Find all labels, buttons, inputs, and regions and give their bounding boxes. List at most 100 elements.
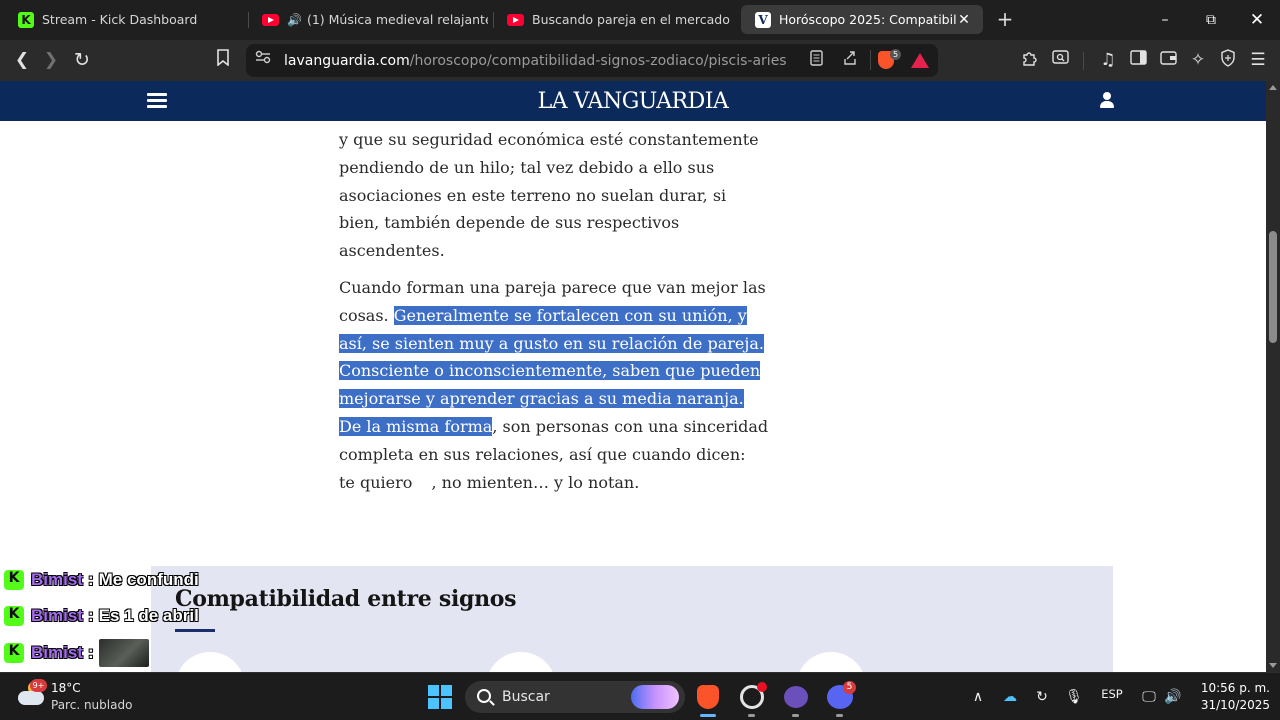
zodiac-sign-button[interactable] [175,652,245,672]
chat-separator: : [87,643,94,662]
address-bar[interactable]: lavanguardia.com/horoscopo/compatibilida… [246,44,938,77]
close-window-button[interactable]: ✕ [1245,8,1269,32]
title-underline [175,629,215,632]
brave-browser-app-icon[interactable] [692,681,724,713]
site-logo[interactable]: LA VANGUARDIA [0,89,1266,114]
la-vanguardia-icon [755,11,771,28]
reload-icon[interactable]: ↻ [71,49,93,71]
kick-icon [4,606,24,626]
article-paragraph: Cuando forman una pareja parece que van … [339,274,769,496]
kick-icon [4,570,24,590]
page-scrollbar[interactable] [1266,81,1280,672]
new-tab-button[interactable]: + [994,8,1016,30]
tab-title: Buscando pareja en el mercado de sc [532,12,733,27]
brave-rewards-icon[interactable] [911,53,929,68]
bookmark-icon[interactable] [212,49,234,71]
scroll-thumb[interactable] [1269,231,1277,343]
chat-emote-image [98,639,149,667]
speaker-icon[interactable]: 🔊 [287,13,302,27]
running-app-indicator [792,714,799,717]
article-body: y que su seguridad económica esté consta… [339,126,769,496]
tab-kick-dashboard[interactable]: Stream - Kick Dashboard [4,5,244,34]
running-app-indicator [748,714,755,717]
running-app-indicator [836,714,843,717]
tab-horoscopo[interactable]: Horóscopo 2025: Compatibilidad ✕ [741,5,983,34]
chat-message: Bimist : Me confundi [4,567,199,593]
chat-text: Es 1 de abril [98,606,199,625]
restore-button[interactable]: ⧉ [1199,8,1223,32]
browser-toolbar: ❮ ❯ ↻ lavanguardia.com/horoscopo/compati… [0,40,1280,81]
extensions-icon[interactable] [1019,49,1041,71]
chat-separator: : [87,570,94,589]
chat-username: Bimist [31,643,83,662]
show-hidden-icons-chevron-up-icon[interactable]: ∧ [970,687,986,707]
menu-icon[interactable]: ☰ [1247,49,1269,71]
quoted-text: te quiero [339,472,413,492]
microphone-icon[interactable]: 🎙 [1064,687,1084,707]
url-host: lavanguardia.com [284,53,410,69]
compatibility-section: Compatibilidad entre signos [151,566,1113,672]
clock-time: 10:56 p. m. [1200,681,1270,695]
tab-title: (1) Música medieval relajante con [306,12,488,27]
search-label: Buscar [502,689,550,705]
tab-buscando-pareja[interactable]: Buscando pareja en el mercado de sc [493,5,733,34]
network-icon[interactable]: 🖵 [1139,687,1159,707]
recording-indicator [757,682,767,692]
zodiac-sign-button[interactable] [796,652,866,672]
media-music-icon[interactable]: ♫ [1097,49,1119,71]
site-settings-icon[interactable] [253,50,273,70]
leo-ai-icon[interactable]: ✧ [1187,49,1209,71]
taskbar-search[interactable]: Buscar [465,681,685,713]
text-span: , no mienten… y lo notan. [431,472,640,492]
weather-condition[interactable]: Parc. nublado [51,698,132,712]
chat-username: Bimist [31,570,83,589]
reader-mode-icon[interactable] [806,50,826,70]
weather-temperature[interactable]: 18°C [51,681,81,695]
site-header: LA VANGUARDIA [0,81,1266,121]
windows-start-icon[interactable] [428,685,452,709]
divider [1083,52,1084,70]
onedrive-cloud-icon[interactable]: ☁ [1000,687,1020,707]
url-text[interactable]: lavanguardia.com/horoscopo/compatibilida… [284,53,787,69]
chat-username: Bimist [31,606,83,625]
windows-taskbar: 9+ 18°C Parc. nublado Buscar ∧ ☁ ↻ 🎙 ESP… [0,672,1280,720]
volume-icon[interactable]: 🔊 [1163,687,1183,707]
kick-icon [18,11,34,28]
chat-separator: : [87,606,94,625]
wallet-icon[interactable] [1157,49,1179,71]
screenshot-search-icon[interactable] [1049,49,1071,71]
tab-musica-medieval[interactable]: 🔊 (1) Música medieval relajante con [248,5,488,34]
back-icon[interactable]: ❮ [11,49,33,71]
weather-badge: 9+ [30,679,47,692]
zodiac-sign-button[interactable] [486,652,556,672]
tab-title: Horóscopo 2025: Compatibilidad [779,12,957,27]
youtube-icon [262,13,279,26]
tab-title: Stream - Kick Dashboard [42,12,198,27]
chat-text: Me confundi [98,570,199,589]
share-icon[interactable] [840,50,860,70]
sync-icon[interactable]: ↻ [1032,687,1052,707]
user-account-icon[interactable] [1100,92,1114,108]
chat-message: Bimist : [4,639,149,667]
discord-notification-badge: 5 [843,681,856,694]
system-clock[interactable]: 10:56 p. m. 31/10/2025 [1190,680,1270,714]
forward-icon[interactable]: ❯ [40,49,62,71]
clock-date: 31/10/2025 [1200,698,1270,712]
tab-strip: Stream - Kick Dashboard 🔊 (1) Música med… [0,0,1280,40]
input-language[interactable]: ESP [1096,687,1128,707]
kick-icon [4,643,24,663]
scroll-down-arrow-icon[interactable] [1269,663,1277,668]
url-path: /horoscopo/compatibilidad-signos-zodiaco… [409,53,787,69]
shields-count-badge: 5 [890,49,901,60]
active-app-indicator [700,714,716,717]
vpn-shield-icon[interactable] [1217,49,1239,71]
youtube-icon [507,13,524,26]
search-highlight-image [631,685,679,709]
chat-app-icon[interactable] [780,681,812,713]
minimize-button[interactable]: – [1153,8,1177,32]
close-tab-icon[interactable]: ✕ [957,12,971,28]
divider [870,50,871,70]
chat-message: Bimist : Es 1 de abril [4,603,199,629]
sidebar-icon[interactable] [1127,49,1149,71]
scroll-up-arrow-icon[interactable] [1269,85,1277,90]
